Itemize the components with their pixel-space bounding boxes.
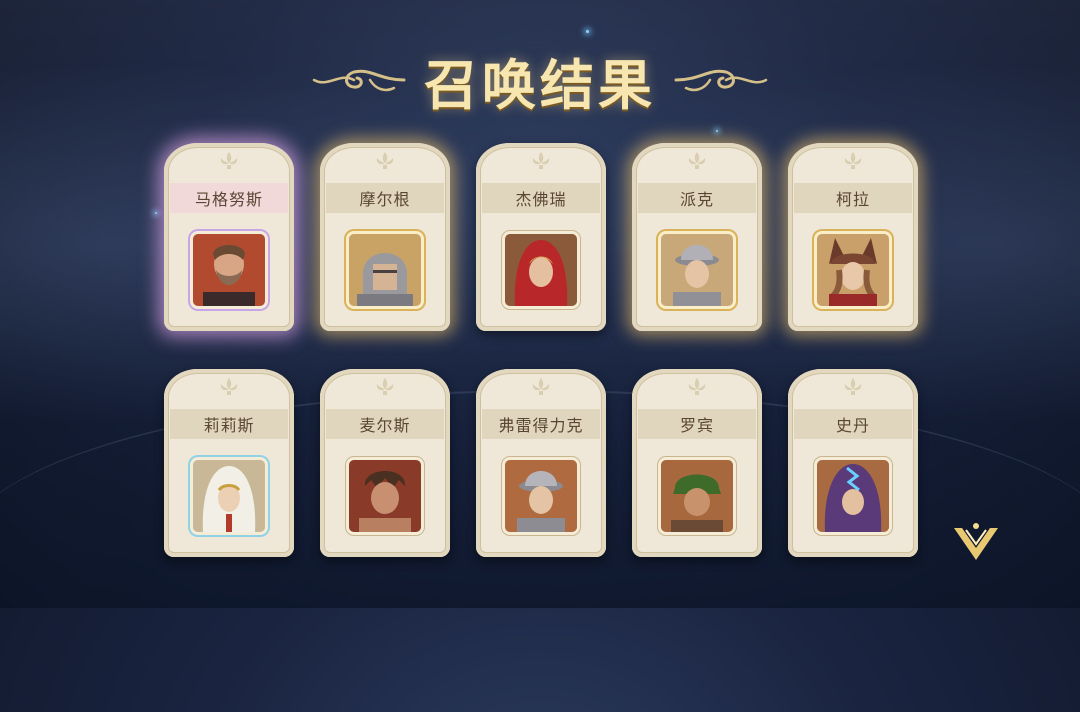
- result-card[interactable]: 马格努斯: [164, 143, 294, 331]
- fleur-de-lis-icon: [220, 152, 238, 169]
- fleur-de-lis-icon: [844, 152, 862, 169]
- name-band: 罗宾: [638, 409, 756, 439]
- character-name: 莉莉斯: [203, 416, 255, 435]
- fleur-de-lis-icon: [376, 378, 394, 395]
- fleur-de-lis-icon: [220, 378, 238, 395]
- red-hooded-portrait: [505, 234, 577, 306]
- name-band: 莉莉斯: [170, 409, 288, 439]
- right-flourish-ornament: [674, 69, 768, 92]
- name-band: 派克: [638, 183, 756, 213]
- result-card[interactable]: 派克: [632, 143, 762, 331]
- fleur-de-lis-icon: [376, 152, 394, 169]
- character-name: 柯拉: [835, 190, 870, 209]
- sparkle: [716, 130, 718, 132]
- green-bandana-portrait: [661, 460, 733, 532]
- character-name: 罗宾: [679, 416, 714, 435]
- name-band: 史丹: [794, 409, 912, 439]
- name-band: 摩尔根: [326, 183, 444, 213]
- character-name: 派克: [679, 190, 714, 209]
- result-card[interactable]: 弗雷得力克: [476, 369, 606, 557]
- fleur-de-lis-icon: [532, 378, 550, 395]
- sparkle: [586, 30, 589, 33]
- name-band: 柯拉: [794, 183, 912, 213]
- summon-results-grid: 马格努斯 摩尔根 杰佛瑞 派克 柯拉 莉莉斯 麦尔斯 弗雷得力克 罗宾 史丹: [164, 143, 918, 557]
- kettle-helmet-soldier-portrait: [661, 234, 733, 306]
- white-hood-nun-portrait: [193, 460, 265, 532]
- fleur-de-lis-icon: [688, 378, 706, 395]
- fleur-de-lis-icon: [688, 152, 706, 169]
- name-band: 马格努斯: [170, 183, 288, 213]
- result-card[interactable]: 麦尔斯: [320, 369, 450, 557]
- rugged-man-portrait: [349, 460, 421, 532]
- character-name: 摩尔根: [359, 190, 411, 209]
- left-flourish-ornament: [312, 69, 406, 92]
- result-card[interactable]: 杰佛瑞: [476, 143, 606, 331]
- page-title: 召唤结果: [424, 53, 656, 117]
- name-band: 杰佛瑞: [482, 183, 600, 213]
- kettle-helmet-soldier-portrait: [505, 460, 577, 532]
- purple-hood-portrait: [817, 460, 889, 532]
- title-bar: 召唤结果: [0, 40, 1080, 120]
- helmeted-knight-portrait: [349, 234, 421, 306]
- result-card[interactable]: 柯拉: [788, 143, 918, 331]
- character-name: 史丹: [835, 416, 870, 435]
- result-card[interactable]: 莉莉斯: [164, 369, 294, 557]
- result-card[interactable]: 摩尔根: [320, 143, 450, 331]
- name-band: 麦尔斯: [326, 409, 444, 439]
- name-band: 弗雷得力克: [482, 409, 600, 439]
- character-name: 弗雷得力克: [498, 416, 584, 435]
- horned-hat-girl-portrait: [817, 234, 889, 306]
- bearded-warrior-portrait: [193, 234, 265, 306]
- next-button[interactable]: [950, 520, 1002, 568]
- result-card[interactable]: 史丹: [788, 369, 918, 557]
- result-card[interactable]: 罗宾: [632, 369, 762, 557]
- fleur-de-lis-icon: [532, 152, 550, 169]
- fleur-de-lis-icon: [844, 378, 862, 395]
- character-name: 杰佛瑞: [515, 190, 567, 209]
- chevron-down-icon: [954, 523, 998, 560]
- character-name: 马格努斯: [194, 190, 263, 209]
- sparkle: [155, 212, 157, 214]
- character-name: 麦尔斯: [359, 416, 411, 435]
